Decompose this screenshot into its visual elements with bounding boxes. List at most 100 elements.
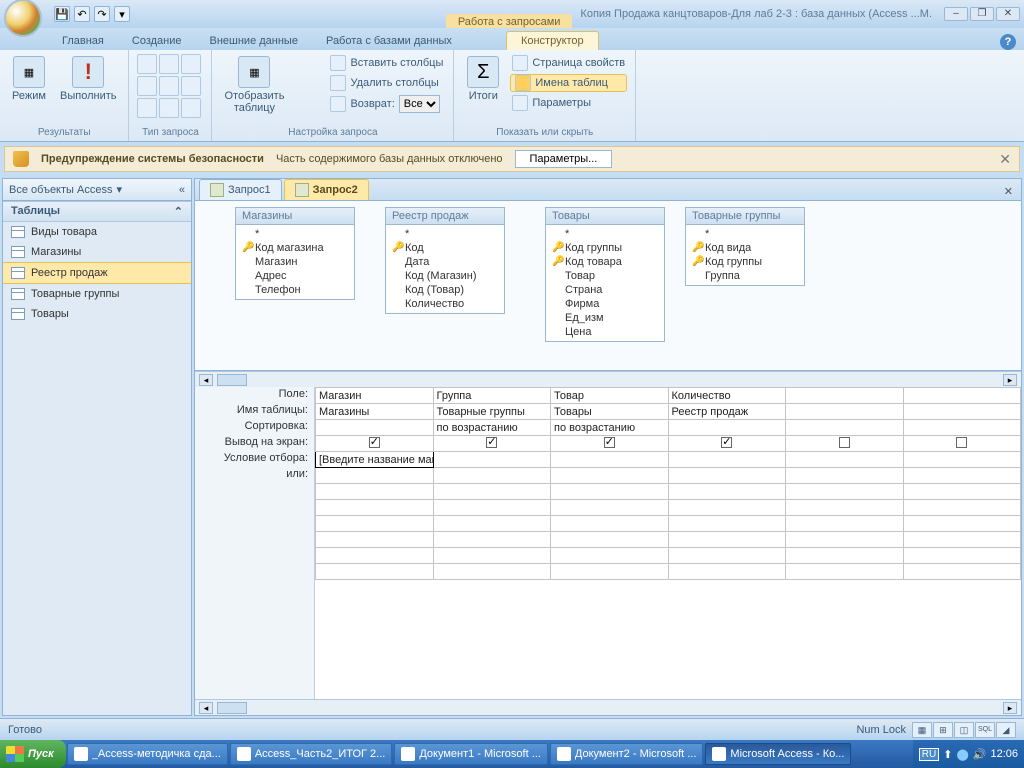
language-indicator[interactable]: RU (919, 748, 939, 761)
tray-icon[interactable]: ⬆ (943, 748, 952, 761)
grid-cell[interactable] (433, 436, 551, 452)
scroll-right-icon[interactable]: ▸ (1003, 702, 1017, 714)
grid-cell[interactable] (433, 484, 551, 500)
table-field[interactable]: * (692, 227, 798, 241)
tab-create[interactable]: Создание (118, 32, 196, 50)
grid-cell[interactable] (551, 468, 669, 484)
grid-cell[interactable] (786, 468, 904, 484)
grid-cell[interactable] (668, 548, 786, 564)
view-design-icon[interactable]: ◢ (996, 722, 1016, 738)
table-field[interactable]: * (392, 227, 498, 241)
grid-cell[interactable] (903, 404, 1021, 420)
table-field[interactable]: Страна (552, 283, 658, 297)
grid-cell[interactable]: [Введите название магазина] (316, 452, 434, 468)
table-field[interactable]: Группа (692, 269, 798, 283)
table-field[interactable]: Фирма (552, 297, 658, 311)
grid-cell[interactable] (316, 468, 434, 484)
grid-cell[interactable] (903, 452, 1021, 468)
table-field[interactable]: Телефон (242, 283, 348, 297)
crosstab-query-icon[interactable] (159, 76, 179, 96)
redo-icon[interactable]: ↷ (94, 6, 110, 22)
grid-cell[interactable] (433, 564, 551, 580)
grid-cell[interactable] (786, 532, 904, 548)
nav-collapse-icon[interactable]: « (179, 184, 185, 196)
grid-cell[interactable] (668, 516, 786, 532)
table-field[interactable]: Дата (392, 255, 498, 269)
passthrough-query-icon[interactable] (159, 98, 179, 118)
grid-cell[interactable] (316, 548, 434, 564)
nav-header[interactable]: Все объекты Access▾ « (3, 179, 191, 201)
run-button[interactable]: ! Выполнить (56, 54, 120, 104)
grid-cell[interactable]: Количество (668, 388, 786, 404)
grid-cell[interactable] (433, 500, 551, 516)
grid-cell[interactable] (786, 404, 904, 420)
grid-cell[interactable] (551, 548, 669, 564)
office-button[interactable] (4, 0, 42, 37)
grid-cell[interactable] (316, 420, 434, 436)
relationship-diagram[interactable]: Магазины*🔑Код магазинаМагазинАдресТелефо… (195, 201, 1021, 371)
grid-cell[interactable] (903, 468, 1021, 484)
grid-cell[interactable] (903, 548, 1021, 564)
grid-cell[interactable]: Группа (433, 388, 551, 404)
nav-item-table[interactable]: Магазины (3, 242, 191, 262)
grid-cell[interactable]: по возрастанию (551, 420, 669, 436)
grid-cell[interactable] (786, 436, 904, 452)
append-query-icon[interactable] (181, 54, 201, 74)
insert-rows-icon[interactable] (294, 54, 314, 74)
grid-cell[interactable]: Магазин (316, 388, 434, 404)
delete-rows-icon[interactable] (294, 76, 314, 96)
grid-cell[interactable] (668, 452, 786, 468)
minimize-icon[interactable]: – (944, 7, 968, 21)
table-field[interactable]: Магазин (242, 255, 348, 269)
table-box[interactable]: Товары*🔑Код группы🔑Код товараТоварСтрана… (545, 207, 665, 342)
table-box-header[interactable]: Магазины (236, 208, 354, 225)
close-icon[interactable]: ✕ (996, 7, 1020, 21)
grid-cell[interactable] (786, 516, 904, 532)
grid-cell[interactable] (903, 500, 1021, 516)
grid-cell[interactable] (903, 532, 1021, 548)
nav-item-table[interactable]: Товары (3, 304, 191, 324)
qat-customize-icon[interactable]: ▾ (114, 6, 130, 22)
nav-item-table[interactable]: Реестр продаж (3, 262, 191, 284)
nav-item-table[interactable]: Виды товара (3, 222, 191, 242)
taskbar-button[interactable]: Access_Часть2_ИТОГ 2... (230, 743, 393, 765)
grid-cell[interactable] (433, 452, 551, 468)
grid-cell[interactable] (551, 532, 669, 548)
grid-cell[interactable] (433, 516, 551, 532)
scroll-thumb[interactable] (217, 374, 247, 386)
clock[interactable]: 12:06 (990, 748, 1018, 760)
grid-cell[interactable]: по возрастанию (433, 420, 551, 436)
grid-cell[interactable] (786, 452, 904, 468)
grid-cell[interactable] (551, 452, 669, 468)
scroll-left-icon[interactable]: ◂ (199, 702, 213, 714)
view-pivottable-icon[interactable]: ⊞ (933, 722, 953, 738)
undo-icon[interactable]: ↶ (74, 6, 90, 22)
table-field[interactable]: 🔑Код товара (552, 255, 658, 269)
grid-cell[interactable]: Магазины (316, 404, 434, 420)
grid-cell[interactable]: Товары (551, 404, 669, 420)
grid-cell[interactable] (903, 388, 1021, 404)
view-button[interactable]: ▦ Режим (8, 54, 50, 104)
return-select[interactable]: Все (399, 95, 440, 113)
tab-dbtools[interactable]: Работа с базами данных (312, 32, 466, 50)
datadef-query-icon[interactable] (181, 98, 201, 118)
checkbox[interactable] (721, 437, 732, 448)
grid-cell[interactable] (786, 484, 904, 500)
property-sheet-button[interactable]: Страница свойств (510, 54, 627, 72)
grid-cell[interactable] (668, 436, 786, 452)
taskbar-button[interactable]: Документ2 - Microsoft ... (550, 743, 704, 765)
start-button[interactable]: Пуск (0, 740, 66, 768)
table-box[interactable]: Товарные группы*🔑Код вида🔑Код группыГруп… (685, 207, 805, 286)
grid-hscrollbar[interactable]: ◂ ▸ (195, 699, 1021, 715)
grid-cell[interactable] (551, 500, 669, 516)
table-field[interactable]: Ед_изм (552, 311, 658, 325)
parameters-button[interactable]: Параметры (510, 94, 627, 112)
restore-icon[interactable]: ❐ (970, 7, 994, 21)
grid-cell[interactable]: Товар (551, 388, 669, 404)
totals-button[interactable]: Σ Итоги (462, 54, 504, 104)
grid-cell[interactable] (551, 436, 669, 452)
table-box-header[interactable]: Товары (546, 208, 664, 225)
grid-cell[interactable] (668, 564, 786, 580)
table-field[interactable]: Товар (552, 269, 658, 283)
nav-item-table[interactable]: Товарные группы (3, 284, 191, 304)
